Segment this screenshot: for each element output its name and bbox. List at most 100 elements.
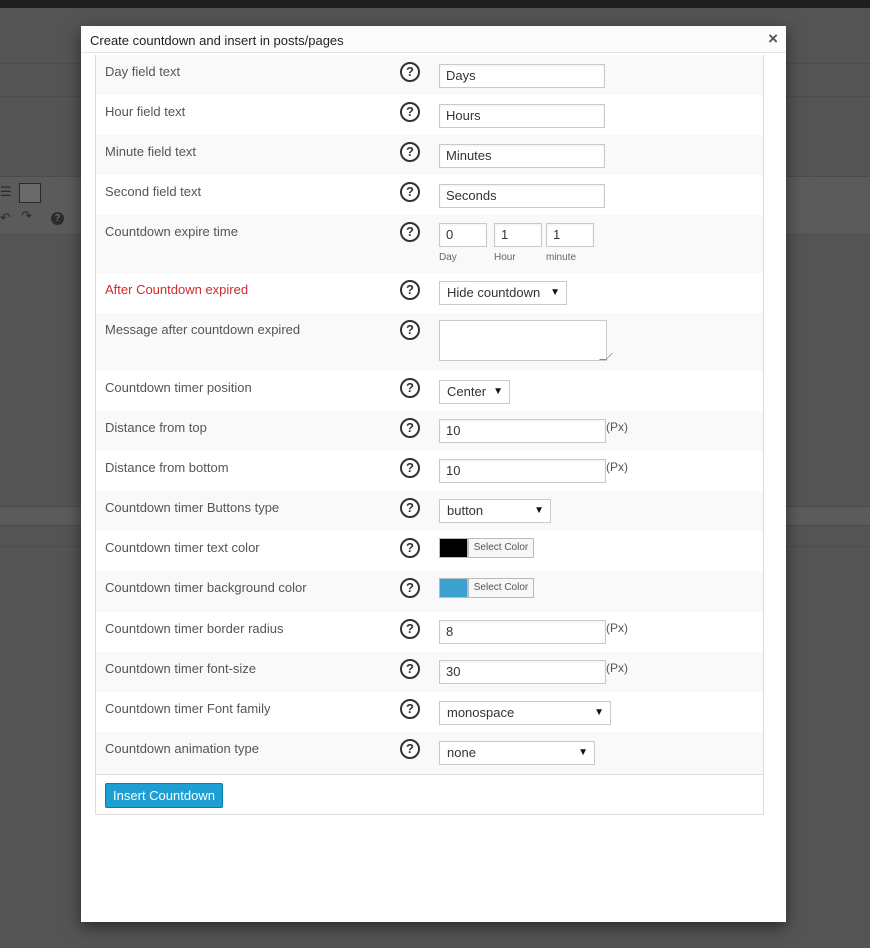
distance-top-unit: (Px)	[606, 420, 628, 434]
row-font-size: Countdown timer font-size ? 30 (Px)	[96, 652, 763, 692]
row-animation-type: Countdown animation type ? none ▼	[96, 732, 763, 774]
expire-time-label: Countdown expire time	[105, 224, 238, 239]
help-icon[interactable]: ?	[400, 378, 420, 398]
help-icon[interactable]: ?	[400, 619, 420, 639]
chevron-down-icon: ▼	[534, 505, 544, 516]
after-expired-value: Hide countdown	[447, 285, 541, 300]
after-expired-select[interactable]: Hide countdown ▼	[439, 281, 567, 305]
chevron-down-icon: ▼	[594, 707, 604, 718]
font-size-label: Countdown timer font-size	[105, 661, 257, 676]
minute-field-input[interactable]: Minutes	[439, 144, 605, 168]
row-second-field-text: Second field text ? Seconds	[96, 175, 763, 215]
help-icon[interactable]: ?	[400, 538, 420, 558]
help-icon[interactable]: ?	[400, 320, 420, 340]
timer-position-select[interactable]: Center ▼	[439, 380, 510, 404]
background-color-swatch[interactable]	[439, 578, 468, 598]
help-icon[interactable]: ?	[400, 739, 420, 759]
row-text-color: Countdown timer text color ? Select Colo…	[96, 531, 763, 571]
help-icon[interactable]: ?	[400, 578, 420, 598]
distance-bottom-label: Distance from bottom	[105, 460, 229, 475]
day-field-label: Day field text	[105, 64, 181, 79]
text-color-swatch[interactable]	[439, 538, 468, 558]
text-color-label: Countdown timer text color	[105, 540, 260, 555]
close-icon[interactable]: ×	[768, 30, 778, 47]
after-expired-label: After Countdown expired	[105, 282, 249, 297]
help-icon[interactable]: ?	[400, 458, 420, 478]
font-family-select[interactable]: monospace ▼	[439, 701, 611, 725]
help-icon[interactable]: ?	[400, 182, 420, 202]
expired-message-label: Message after countdown expired	[105, 322, 301, 337]
font-size-input[interactable]: 30	[439, 660, 606, 684]
help-icon[interactable]: ?	[400, 142, 420, 162]
buttons-type-value: button	[447, 503, 484, 518]
redo-icon: ↷	[21, 208, 32, 223]
hour-field-label: Hour field text	[105, 104, 186, 119]
countdown-modal: Create countdown and insert in posts/pag…	[81, 26, 786, 922]
chevron-down-icon: ▼	[493, 386, 503, 397]
distance-bottom-input[interactable]: 10	[439, 459, 606, 483]
toolbar-toggle-icon	[19, 183, 41, 203]
help-icon[interactable]: ?	[400, 62, 420, 82]
day-field-input[interactable]: Days	[439, 64, 605, 88]
admin-top-bar	[0, 0, 870, 8]
row-background-color: Countdown timer background color ? Selec…	[96, 571, 763, 612]
modal-title: Create countdown and insert in posts/pag…	[90, 33, 344, 48]
row-hour-field-text: Hour field text ? Hours	[96, 95, 763, 135]
expire-hour-input[interactable]: 1	[494, 223, 542, 247]
row-distance-top: Distance from top ? 10 (Px)	[96, 411, 763, 451]
countdown-settings-panel: Day field text ? Days Hour field text ? …	[95, 55, 764, 815]
row-minute-field-text: Minute field text ? Minutes	[96, 135, 763, 175]
row-font-family: Countdown timer Font family ? monospace …	[96, 692, 763, 732]
row-buttons-type: Countdown timer Buttons type ? button ▼	[96, 491, 763, 531]
chevron-down-icon: ▼	[550, 287, 560, 298]
expire-day-caption: Day	[439, 252, 457, 263]
border-radius-unit: (Px)	[606, 621, 628, 635]
chevron-down-icon: ▼	[578, 747, 588, 758]
row-expire-time: Countdown expire time ? 0 1 1 Day Hour m…	[96, 215, 763, 273]
distance-bottom-unit: (Px)	[606, 460, 628, 474]
help-icon: ?	[51, 212, 64, 225]
row-border-radius: Countdown timer border radius ? 8 (Px)	[96, 612, 763, 652]
animation-type-label: Countdown animation type	[105, 741, 259, 756]
undo-icon: ↶	[0, 210, 11, 225]
expire-minute-input[interactable]: 1	[546, 223, 594, 247]
distance-top-input[interactable]: 10	[439, 419, 606, 443]
help-icon[interactable]: ?	[400, 222, 420, 242]
help-icon[interactable]: ?	[400, 280, 420, 300]
row-day-field-text: Day field text ? Days	[96, 55, 763, 95]
help-icon[interactable]: ?	[400, 418, 420, 438]
buttons-type-select[interactable]: button ▼	[439, 499, 551, 523]
panel-footer: Insert Countdown	[96, 774, 763, 814]
timer-position-label: Countdown timer position	[105, 380, 252, 395]
expired-message-textarea[interactable]	[439, 320, 607, 361]
expire-hour-caption: Hour	[494, 252, 516, 263]
row-expired-message: Message after countdown expired ?	[96, 313, 763, 371]
row-after-expired: After Countdown expired ? Hide countdown…	[96, 273, 763, 313]
expire-minute-caption: minute	[546, 252, 577, 263]
font-size-unit: (Px)	[606, 661, 628, 675]
expire-day-input[interactable]: 0	[439, 223, 487, 247]
help-icon[interactable]: ?	[400, 699, 420, 719]
buttons-type-label: Countdown timer Buttons type	[105, 500, 280, 515]
minute-field-label: Minute field text	[105, 144, 197, 159]
text-color-select-button[interactable]: Select Color	[468, 538, 534, 558]
font-family-value: monospace	[447, 705, 515, 720]
help-icon[interactable]: ?	[400, 659, 420, 679]
timer-position-value: Center	[447, 384, 487, 399]
hour-field-input[interactable]: Hours	[439, 104, 605, 128]
distance-top-label: Distance from top	[105, 420, 207, 435]
list-icon: ☰	[0, 184, 12, 199]
row-timer-position: Countdown timer position ? Center ▼	[96, 371, 763, 411]
background-color-select-button[interactable]: Select Color	[468, 578, 534, 598]
font-family-label: Countdown timer Font family	[105, 701, 271, 716]
second-field-input[interactable]: Seconds	[439, 184, 605, 208]
background-color-label: Countdown timer background color	[105, 580, 307, 595]
insert-countdown-button[interactable]: Insert Countdown	[105, 783, 223, 808]
help-icon[interactable]: ?	[400, 102, 420, 122]
border-radius-input[interactable]: 8	[439, 620, 606, 644]
animation-type-select[interactable]: none ▼	[439, 741, 595, 765]
modal-header: Create countdown and insert in posts/pag…	[81, 26, 786, 53]
border-radius-label: Countdown timer border radius	[105, 621, 284, 636]
help-icon[interactable]: ?	[400, 498, 420, 518]
row-distance-bottom: Distance from bottom ? 10 (Px)	[96, 451, 763, 491]
